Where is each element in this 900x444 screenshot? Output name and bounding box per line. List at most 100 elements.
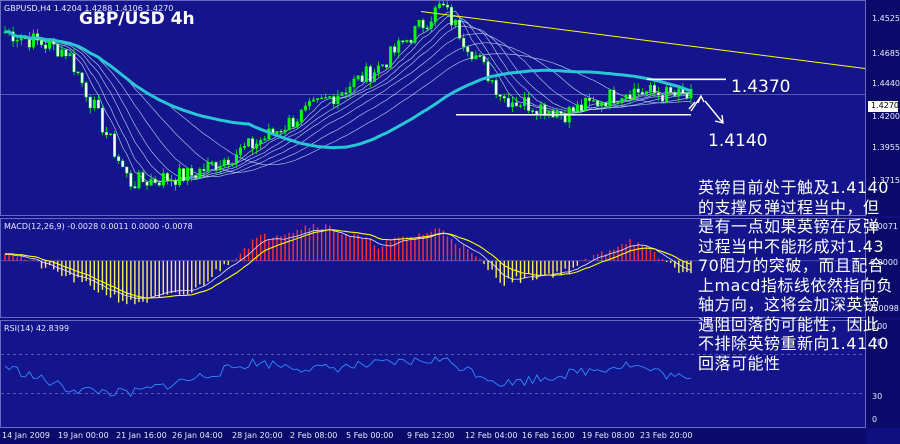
candle-body (409, 39, 413, 43)
candle-body (644, 91, 648, 95)
candle-body (454, 19, 458, 26)
candle-body (287, 117, 291, 131)
candle-body (372, 72, 376, 82)
candle-body (129, 173, 133, 187)
candle-body (121, 160, 125, 168)
candle-body (661, 95, 665, 102)
candle-body (48, 40, 52, 49)
candle-body (307, 101, 311, 107)
candle-body (328, 96, 332, 98)
candle-body (588, 97, 592, 101)
candle-body (60, 49, 64, 57)
candle-body (186, 168, 190, 181)
candle-body (482, 55, 486, 63)
time-tick: 16 Feb 16:00 (522, 431, 575, 440)
candle-body (76, 71, 80, 74)
candle-body (44, 44, 48, 49)
candle-body (255, 143, 259, 149)
candle-body (652, 85, 656, 93)
moving-average-line (5, 31, 692, 173)
candle-body (96, 99, 100, 109)
candle-body (279, 131, 283, 133)
candle-body (161, 173, 165, 186)
candle-body (583, 97, 587, 111)
chart-title: GBP/USD 4h (79, 9, 195, 29)
candle-body (669, 87, 673, 93)
candle-body (474, 55, 478, 60)
candle-body (173, 180, 177, 185)
candle-body (145, 181, 149, 186)
price-tick: 1.4200 (872, 112, 900, 121)
time-axis: 14 Jan 2009 19 Jan 00:00 21 Jan 16:00 26 Ja… (0, 429, 866, 444)
candle-body (31, 33, 35, 48)
time-tick: 5 Feb 00:00 (346, 431, 394, 440)
candle-body (368, 66, 372, 82)
candle-body (340, 92, 344, 96)
candle-body (429, 21, 433, 29)
candle-body (178, 168, 182, 185)
time-tick: 19 Feb 08:00 (582, 431, 635, 440)
candle-body (238, 147, 242, 155)
candle-body (677, 88, 681, 97)
candle-body (490, 80, 494, 82)
candle-body (299, 109, 303, 123)
time-tick: 12 Feb 04:00 (465, 431, 518, 440)
candle-body (523, 97, 527, 106)
candle-body (109, 133, 113, 136)
candle-body (190, 168, 194, 176)
candle-body (202, 168, 206, 172)
candle-body (214, 161, 218, 170)
candle-body (592, 100, 596, 102)
candle-body (539, 104, 543, 116)
candle-body (657, 92, 661, 96)
candle-body (433, 7, 437, 23)
macd-title: MACD(12,26,9) -0.0028 0.0011 0.0000 -0.0… (4, 222, 193, 231)
time-tick: 9 Feb 12:00 (407, 431, 455, 440)
candle-body (445, 4, 449, 8)
resistance-label: 1.4370 (731, 77, 791, 97)
candle-body (206, 162, 210, 172)
candle-body (348, 86, 352, 93)
candle-body (117, 156, 121, 162)
candle-body (559, 111, 563, 114)
candle-body (510, 102, 514, 108)
rsi-tick: 30 (872, 392, 883, 401)
candle-body (575, 104, 579, 112)
candle-body (470, 51, 474, 60)
candle-body (527, 97, 531, 111)
candle-body (624, 94, 628, 99)
rsi-line (4, 356, 692, 398)
candle-body (502, 96, 506, 99)
price-tick: 1.3955 (872, 143, 900, 152)
rsi-title: RSI(14) 42.8399 (4, 324, 70, 333)
candle-body (356, 75, 360, 80)
candle-body (251, 138, 255, 149)
candle-body (141, 172, 145, 183)
moving-average-line (5, 20, 692, 182)
candle-body (360, 75, 364, 82)
candle-body (478, 55, 482, 57)
candle-body (303, 105, 307, 111)
candle-body (153, 178, 157, 183)
candle-body (218, 165, 222, 170)
candle-body (673, 92, 677, 97)
candle-body (15, 39, 19, 42)
candle-body (92, 99, 96, 109)
candle-body (104, 132, 108, 135)
candle-body (441, 3, 445, 6)
candle-body (234, 154, 238, 164)
candle-body (316, 98, 320, 100)
candle-body (596, 100, 600, 107)
candle-body (64, 49, 68, 57)
candle-body (458, 19, 462, 39)
candle-body (100, 107, 104, 133)
candle-body (405, 39, 409, 43)
candle-body (311, 99, 315, 102)
candle-body (263, 138, 267, 141)
candle-body (364, 66, 368, 82)
candle-body (137, 172, 141, 189)
candle-body (19, 37, 23, 41)
candle-body (332, 96, 336, 105)
candle-body (194, 175, 198, 179)
time-tick: 14 Jan 2009 (2, 431, 50, 440)
